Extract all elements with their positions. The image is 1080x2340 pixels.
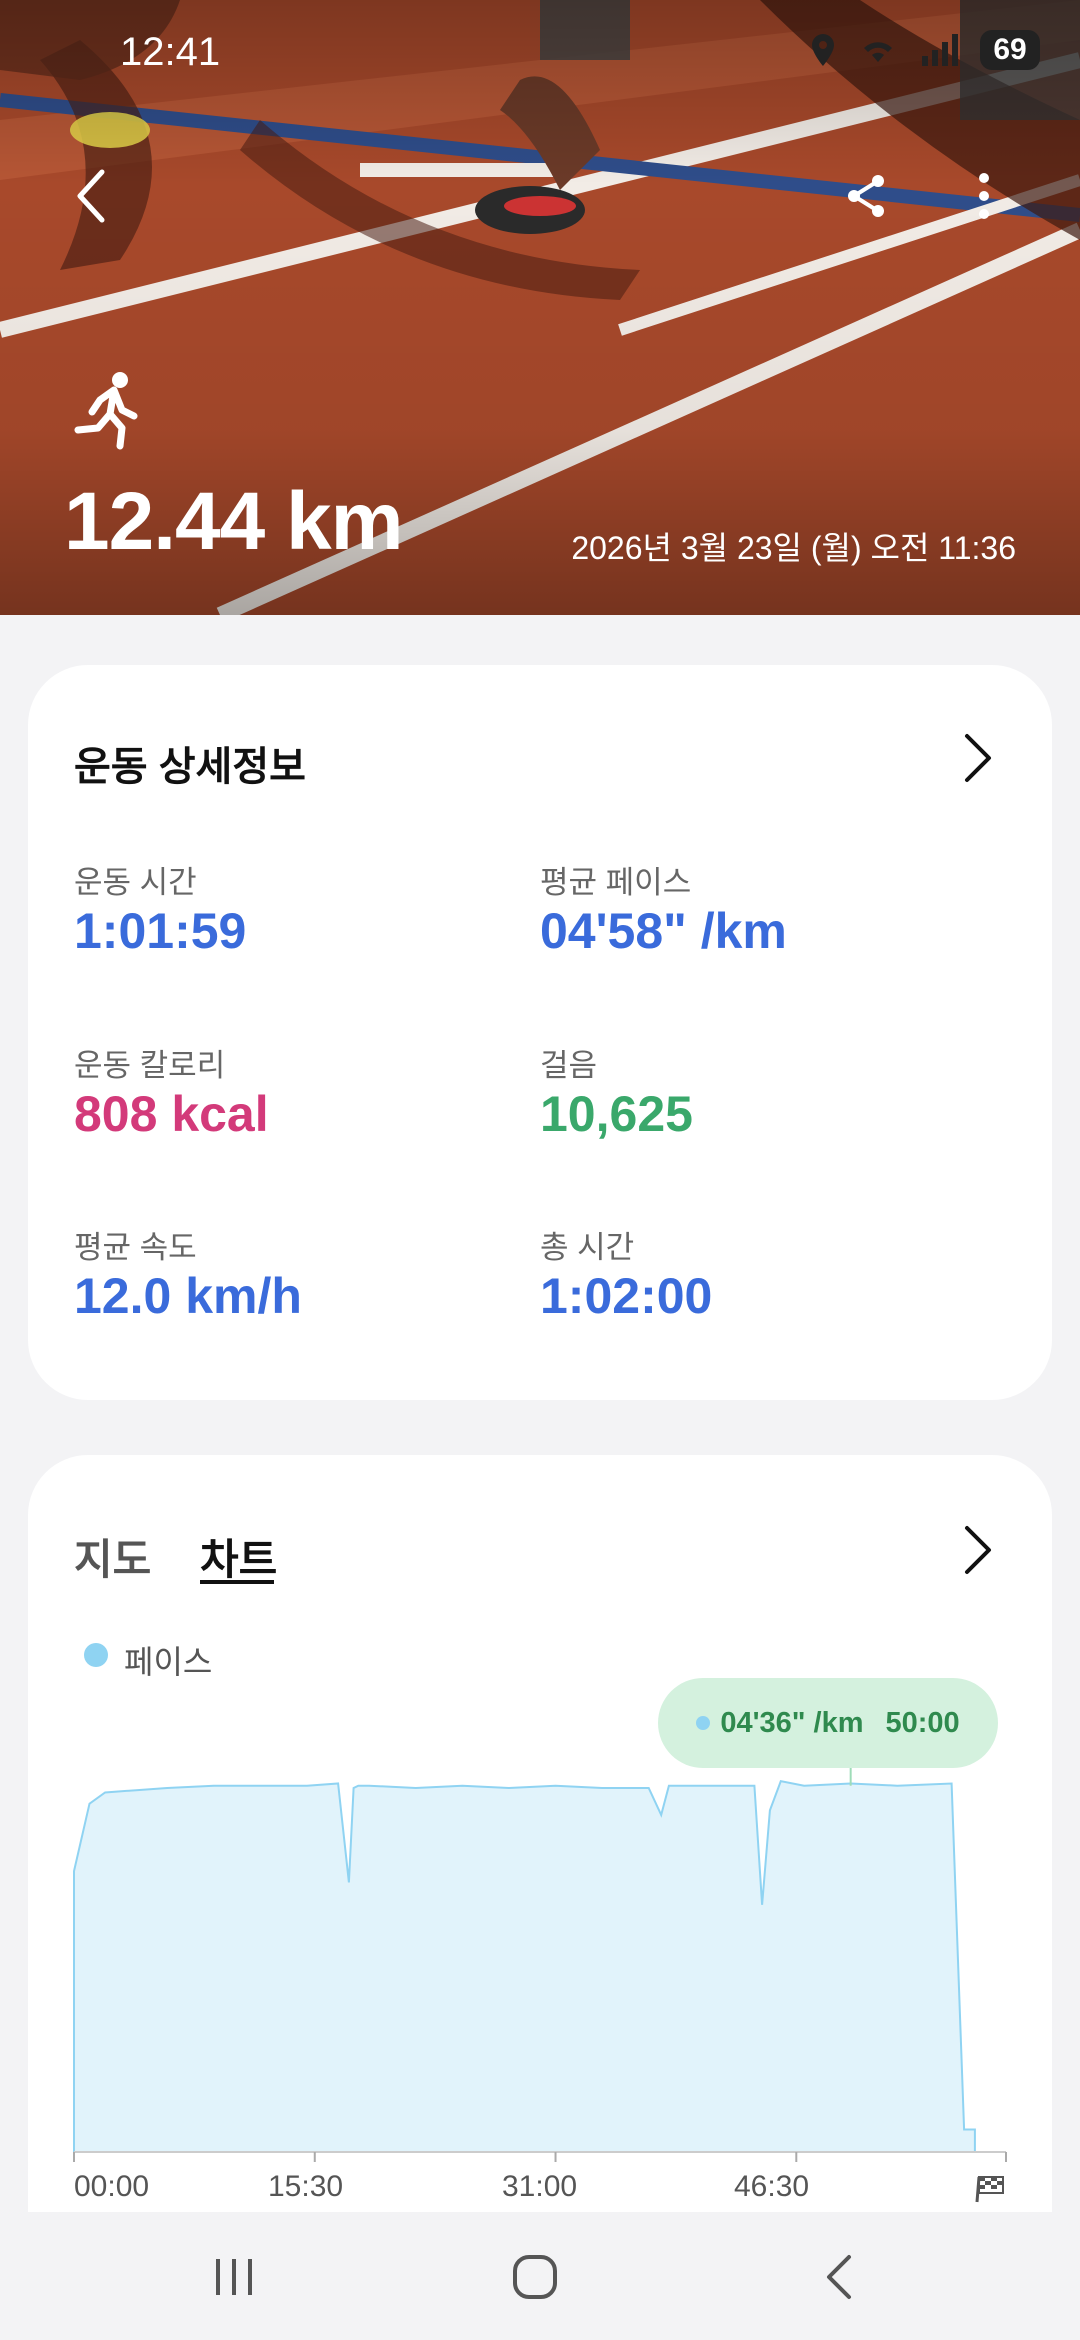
chart-expand-button[interactable] (948, 1520, 1008, 1580)
status-bar: 12:41 69 (0, 0, 1080, 110)
metric-value-avg-pace: 04'58" /km (540, 903, 787, 959)
share-button[interactable] (826, 156, 906, 236)
active-tab-indicator (200, 1580, 274, 1584)
recent-apps-button[interactable] (194, 2242, 274, 2312)
total-distance: 12.44 km (64, 476, 403, 567)
running-person-icon (74, 372, 138, 450)
metric-value-steps: 10,625 (540, 1086, 693, 1142)
x-tick-label: 15:30 (268, 2170, 344, 2203)
legend-pace-dot (84, 1643, 108, 1667)
signal-icon (922, 34, 958, 66)
nav-back-icon (827, 2255, 851, 2299)
legend-pace-label: 페이스 (124, 1644, 213, 1680)
finish-flag-icon (975, 2176, 1004, 2203)
nav-back-button[interactable] (798, 2242, 878, 2312)
chevron-right-icon (965, 1526, 991, 1574)
chevron-right-icon (965, 734, 991, 782)
metric-label-total-time: 총 시간 (540, 1230, 635, 1265)
more-vertical-icon (979, 173, 989, 219)
wifi-icon (864, 42, 892, 62)
home-icon (513, 2255, 557, 2299)
x-tick-label: 31:00 (502, 2170, 578, 2203)
battery-indicator: 69 (980, 30, 1040, 70)
metric-value-total-time: 1:02:00 (540, 1268, 713, 1324)
details-expand-button[interactable] (948, 728, 1008, 788)
recent-apps-icon (216, 2259, 252, 2295)
metric-value-avg-speed: 12.0 km/h (74, 1268, 302, 1324)
metric-label-avg-speed: 평균 속도 (74, 1230, 197, 1265)
status-icons: 69 (808, 30, 1040, 70)
tab-chart[interactable]: 차트 (200, 1526, 277, 1587)
location-icon (812, 34, 834, 66)
metric-value-calories: 808 kcal (74, 1086, 269, 1142)
chart-tooltip: 04'36" /km 50:00 (658, 1678, 998, 1768)
status-time: 12:41 (120, 30, 221, 74)
metric-label-duration: 운동 시간 (74, 865, 197, 900)
x-tick-label: 00:00 (74, 2170, 150, 2203)
metric-label-avg-pace: 평균 페이스 (540, 865, 692, 900)
home-button[interactable] (495, 2242, 575, 2312)
metric-label-calories: 운동 칼로리 (74, 1048, 226, 1083)
metric-value-duration: 1:01:59 (74, 903, 247, 959)
tooltip-time: 50:00 (885, 1706, 960, 1739)
details-title: 운동 상세정보 (74, 745, 306, 789)
tooltip-dot (696, 1716, 711, 1730)
tooltip-pace: 04'36" /km (720, 1706, 864, 1739)
tab-map[interactable]: 지도 (74, 1526, 151, 1587)
system-nav-bar (0, 2212, 1080, 2340)
back-button[interactable] (52, 156, 132, 236)
pace-chart[interactable] (0, 1760, 1080, 2180)
x-tick-label: 46:30 (734, 2170, 810, 2203)
pace-area-series (73, 1780, 976, 2153)
back-arrow-icon (77, 169, 105, 223)
more-options-button[interactable] (944, 156, 1024, 236)
metric-label-steps: 걸음 (540, 1048, 598, 1083)
share-icon (848, 175, 884, 217)
hero-image: 12:41 69 12.44 km 2026년 3월 23일 (월) 오전 11… (0, 0, 1080, 615)
workout-date: 2026년 3월 23일 (월) 오전 11:36 (571, 530, 1016, 566)
